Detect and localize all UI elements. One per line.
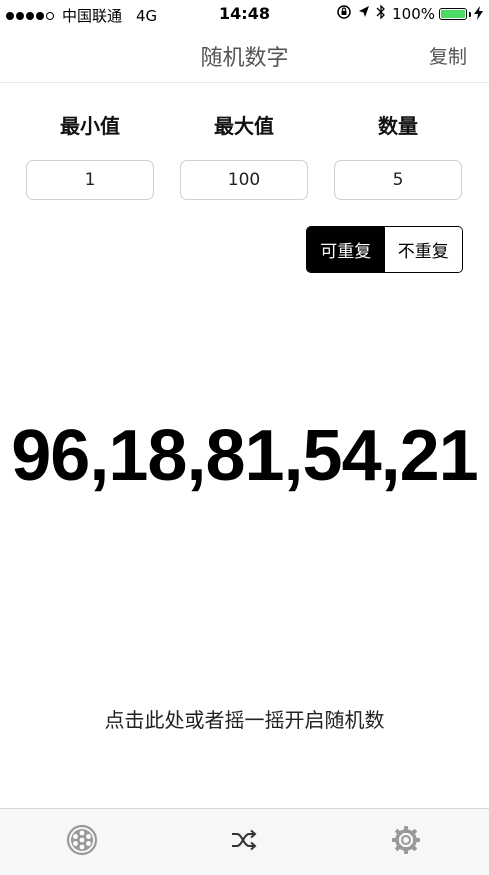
- tab-settings[interactable]: [376, 817, 436, 867]
- random-result[interactable]: 96,18,81,54,21: [0, 415, 489, 497]
- min-value-input[interactable]: [26, 160, 154, 200]
- shuffle-icon: [230, 828, 258, 856]
- status-bar: 中国联通 4G 14:48 100%: [0, 0, 489, 28]
- battery-icon: [439, 8, 467, 20]
- tap-or-shake-hint[interactable]: 点击此处或者摇一摇开启随机数: [0, 704, 489, 733]
- status-right: 100%: [336, 4, 483, 24]
- battery-fill: [441, 10, 465, 18]
- bluetooth-icon: [376, 4, 386, 24]
- gear-icon: [391, 825, 421, 859]
- no-repeat-option[interactable]: 不重复: [384, 227, 462, 272]
- max-value-label: 最大值: [214, 114, 274, 138]
- battery-percentage: 100%: [392, 5, 435, 23]
- copy-button[interactable]: 复制: [429, 42, 467, 69]
- repeat-allowed-option[interactable]: 可重复: [307, 227, 385, 272]
- charging-bolt-icon: [474, 5, 483, 23]
- location-arrow-icon: [358, 5, 370, 23]
- battery-tip: [469, 11, 471, 17]
- min-value-label: 最小值: [60, 114, 120, 138]
- tab-shuffle[interactable]: [214, 817, 274, 867]
- max-value-input[interactable]: [180, 160, 308, 200]
- tab-bar: [0, 808, 489, 875]
- orientation-lock-icon: [336, 4, 352, 24]
- repeat-mode-toggle: 可重复 不重复: [306, 226, 463, 273]
- dice-icon: [66, 824, 98, 860]
- page-title: 随机数字: [200, 46, 289, 71]
- count-label: 数量: [378, 114, 418, 138]
- tab-dice[interactable]: [52, 817, 112, 867]
- app-screen: 中国联通 4G 14:48 100% 随机数字 复制 最小值 最大值 数量 1 …: [0, 0, 489, 875]
- count-input[interactable]: [334, 160, 462, 200]
- navigation-bar: 随机数字 复制: [0, 28, 489, 83]
